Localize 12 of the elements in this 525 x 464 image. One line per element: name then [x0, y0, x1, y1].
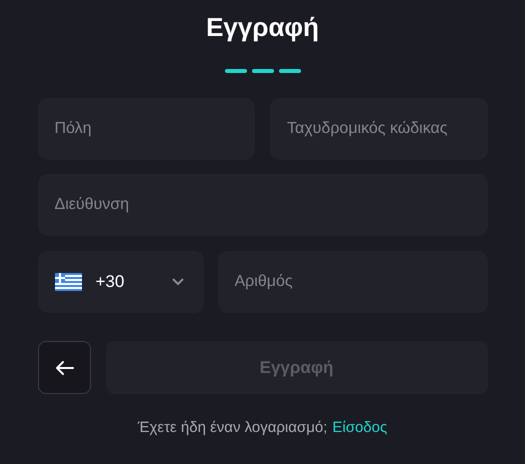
- phone-number-field[interactable]: Αριθμός: [218, 251, 488, 313]
- input-field[interactable]: Διεύθυνση: [38, 174, 488, 236]
- input-field[interactable]: Ταχυδρομικός κώδικας: [270, 98, 488, 160]
- flag-icon: [54, 273, 82, 291]
- chevron-down-icon: [172, 278, 184, 286]
- input-field[interactable]: Πόλη: [38, 98, 255, 160]
- footer-text: Έχετε ήδη έναν λογαριασμό;: [138, 418, 328, 438]
- login-link[interactable]: Είσοδος: [332, 417, 388, 440]
- country-code-select[interactable]: +30: [38, 251, 204, 313]
- back-button[interactable]: [38, 341, 90, 394]
- page-title: Εγγραφή: [206, 11, 319, 44]
- arrow-left-icon: [54, 360, 74, 376]
